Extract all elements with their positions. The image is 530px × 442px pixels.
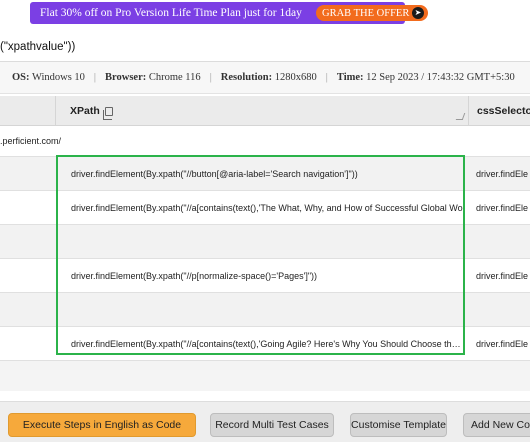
os-label: OS: (12, 72, 30, 83)
table-row (0, 293, 530, 327)
customise-template-button[interactable]: Customise Template (350, 413, 447, 437)
css-cell[interactable]: driver.findEle (476, 191, 530, 224)
css-cell[interactable]: driver.findEle (476, 259, 530, 292)
table-row: .perficient.com/ (0, 126, 530, 157)
xpath-cell[interactable]: driver.findElement(By.xpath("//a[contain… (71, 327, 463, 360)
resolution-label: Resolution: (220, 72, 273, 83)
browser-info: Browser: Chrome 116 (105, 72, 201, 83)
promo-text: Flat 30% off on Pro Version Life Time Pl… (40, 7, 302, 19)
css-cell[interactable]: driver.findEle (476, 157, 530, 190)
url-cell: .perficient.com/ (0, 136, 62, 146)
arrow-circle-icon: ➤ (412, 7, 424, 19)
code-preview: ("xpathvalue")) (0, 32, 530, 62)
time-info: Time: 12 Sep 2023 / 17:43:32 GMT+5:30 (337, 72, 515, 83)
time-label: Time: (336, 72, 364, 83)
xpath-text: driver.findElement(By.xpath("//a[contain… (71, 202, 463, 213)
separator: | (209, 72, 212, 83)
xpath-text: driver.findElement(By.xpath("//p[normali… (71, 270, 318, 281)
browser-label: Browser: (105, 72, 147, 83)
column-header-xpath[interactable]: XPath (55, 96, 468, 126)
os-info: OS: Windows 10 (12, 72, 85, 83)
xpath-text: driver.findElement(By.xpath("//a[contain… (71, 338, 463, 349)
grab-offer-button[interactable]: GRAB THE OFFER ➤ (316, 5, 428, 21)
environment-info: OS: Windows 10 | Browser: Chrome 116 | R… (0, 62, 530, 94)
grab-offer-label: GRAB THE OFFER (322, 7, 410, 19)
column-header-css-label: cssSelector (477, 105, 530, 117)
table-row: driver.findElement(By.xpath("//p[normali… (0, 259, 530, 293)
os-value: Windows 10 (31, 72, 85, 83)
resize-handle-icon[interactable] (455, 113, 466, 120)
css-cell[interactable]: driver.findEle (476, 327, 530, 360)
separator: | (325, 72, 328, 83)
copy-icon[interactable] (102, 106, 113, 120)
table-row: driver.findElement(By.xpath("//a[contain… (0, 191, 530, 225)
code-preview-text: ("xpathvalue")) (0, 40, 76, 53)
xpath-cell[interactable]: driver.findElement(By.xpath("//button[@a… (71, 157, 463, 190)
promo-banner: Flat 30% off on Pro Version Life Time Pl… (30, 2, 428, 24)
browser-value: Chrome 116 (148, 72, 201, 83)
table-row: driver.findElement(By.xpath("//a[contain… (0, 327, 530, 361)
xpath-cell[interactable]: driver.findElement(By.xpath("//p[normali… (71, 259, 463, 292)
table-row (0, 225, 530, 259)
record-multi-test-button[interactable]: Record Multi Test Cases (210, 413, 334, 437)
time-value: 12 Sep 2023 / 17:43:32 GMT+5:30 (366, 72, 515, 83)
resolution-info: Resolution: 1280x680 (221, 72, 317, 83)
resolution-value: 1280x680 (274, 72, 317, 83)
table-scroll-area[interactable] (0, 361, 530, 391)
table-body: .perficient.com/ driver.findElement(By.x… (0, 126, 530, 361)
xpath-cell[interactable]: driver.findElement(By.xpath("//a[contain… (71, 191, 463, 224)
table-row: driver.findElement(By.xpath("//button[@a… (0, 157, 530, 191)
column-header-xpath-label: XPath (70, 105, 100, 117)
table-header: XPath cssSelector (0, 96, 530, 126)
footer-toolbar: Execute Steps in English as Code Record … (0, 401, 530, 442)
add-new-column-button[interactable]: Add New Col (463, 413, 530, 437)
separator: | (93, 72, 97, 83)
execute-steps-button[interactable]: Execute Steps in English as Code (8, 413, 196, 437)
column-header-css[interactable]: cssSelector (468, 96, 530, 126)
xpath-text: driver.findElement(By.xpath("//button[@a… (71, 168, 358, 179)
